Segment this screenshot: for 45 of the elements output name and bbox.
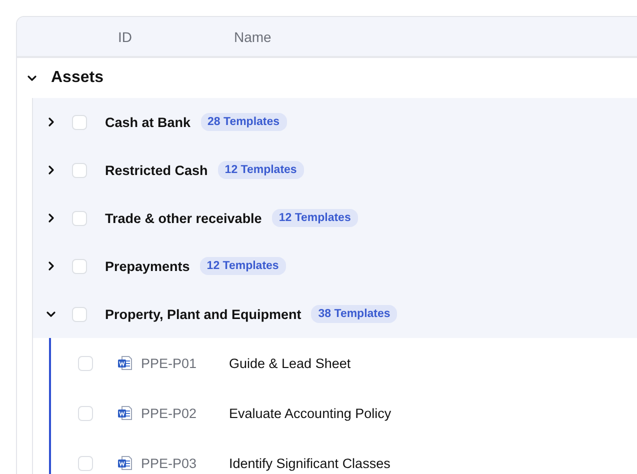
document-id: PPE-P02 [141,406,198,420]
document-id: PPE-P03 [141,456,198,470]
checkbox[interactable] [78,356,93,370]
group-name: Cash at Bank [105,114,191,130]
column-header[interactable]: ID [118,28,234,44]
word-document-icon [117,455,133,471]
word-document-icon [117,405,133,421]
group-row[interactable]: Property, Plant and Equipment 38 Templates [33,290,637,338]
document-row[interactable]: PPE-P03 Identify Significant Classes [51,438,637,474]
group-row[interactable]: Restricted Cash 12 Templates [33,146,637,194]
checkbox[interactable] [72,258,87,274]
document-row[interactable]: PPE-P01 Guide & Lead Sheet [51,338,637,388]
chevron-right-icon[interactable] [46,165,56,175]
template-count-badge: 12 Templates [272,209,358,227]
chevron-right-icon[interactable] [46,261,56,271]
template-count-badge: 12 Templates [218,161,304,179]
group-name: Restricted Cash [105,162,208,178]
chevron-down-icon[interactable] [27,73,37,83]
section-label: Assets [51,69,104,87]
group-name: Prepayments [105,258,190,274]
group-row[interactable]: Cash at Bank 28 Templates [33,98,637,146]
template-count-badge: 28 Templates [200,113,287,131]
chevron-right-icon[interactable] [46,213,56,223]
document-name[interactable]: Guide & Lead Sheet [229,356,351,370]
chevron-down-icon[interactable] [46,309,56,319]
checkbox[interactable] [72,114,87,130]
group-name: Trade & other receivable [105,210,262,226]
checkbox[interactable] [72,210,87,226]
checkbox[interactable] [78,456,93,470]
column-header[interactable]: Name [234,28,272,44]
group-row[interactable]: Trade & other receivable 12 Templates [33,194,637,242]
word-document-icon [117,355,133,371]
group-row[interactable]: Prepayments 12 Templates [33,242,637,290]
chevron-right-icon[interactable] [46,117,56,127]
checkbox[interactable] [72,162,87,178]
template-count-badge: 12 Templates [200,257,286,275]
checkbox[interactable] [78,406,93,420]
section-row[interactable]: Assets [17,58,637,98]
template-count-badge: 38 Templates [311,305,398,323]
document-row[interactable]: PPE-P02 Evaluate Accounting Policy [51,388,637,438]
document-name[interactable]: Evaluate Accounting Policy [229,406,392,420]
checkbox[interactable] [72,306,87,322]
document-id: PPE-P01 [141,356,198,370]
group-name: Property, Plant and Equipment [105,306,302,322]
document-name[interactable]: Identify Significant Classes [229,456,390,470]
